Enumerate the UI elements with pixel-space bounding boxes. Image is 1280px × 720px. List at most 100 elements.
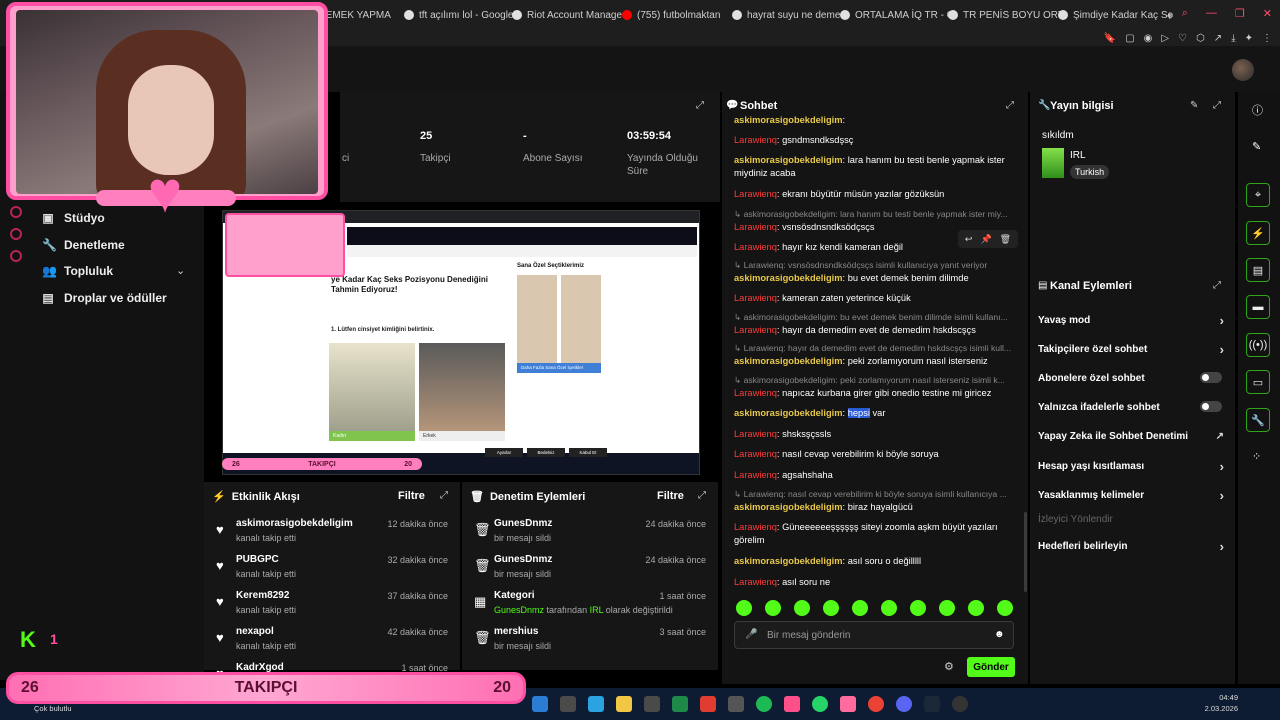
spotify-icon[interactable] bbox=[756, 696, 772, 712]
channel-action-item[interactable]: Yapay Zeka ile Sohbet Denetimi ↗ bbox=[1038, 431, 1228, 442]
activity-username[interactable]: askimorasigobekdeligim bbox=[236, 518, 353, 529]
pdf-icon[interactable] bbox=[700, 696, 716, 712]
activity-username[interactable]: PUBGPC bbox=[236, 554, 279, 565]
channel-action-item[interactable]: Yavaş mod › bbox=[1038, 313, 1228, 328]
preview-btn-settings[interactable]: Ayarlar bbox=[485, 448, 523, 457]
emote-icon[interactable] bbox=[881, 600, 897, 616]
moderation-username[interactable]: GunesDnmz bbox=[494, 518, 552, 529]
chat-username[interactable]: Larawienq bbox=[734, 325, 777, 335]
screenshot-icon[interactable]: ▢ bbox=[1125, 33, 1134, 44]
pin-icon[interactable]: 📌 bbox=[980, 234, 991, 245]
folder-icon[interactable] bbox=[616, 696, 632, 712]
bookmark-icon[interactable]: 🔖 bbox=[1104, 33, 1116, 44]
app-icon[interactable] bbox=[644, 696, 660, 712]
chat-bubble-icon[interactable]: ▬ bbox=[1246, 295, 1270, 319]
download-icon[interactable]: ⤓ bbox=[1231, 33, 1235, 44]
chat-username[interactable]: Larawienq bbox=[734, 522, 777, 532]
moderation-filter-button[interactable]: Filtre bbox=[657, 490, 684, 502]
emote-icon[interactable] bbox=[852, 600, 868, 616]
activity-filter-button[interactable]: Filtre bbox=[398, 490, 425, 502]
emote-icon[interactable] bbox=[997, 600, 1013, 616]
layout-icon[interactable]: ▭ bbox=[1246, 370, 1270, 394]
minimize-icon[interactable]: — bbox=[1206, 7, 1217, 20]
expand-icon[interactable]: ⤢ bbox=[440, 490, 448, 501]
reply-icon[interactable]: ↩ bbox=[965, 234, 973, 245]
apps-icon[interactable]: ⁘ bbox=[1252, 450, 1261, 463]
target-icon[interactable]: ⌖ bbox=[1246, 183, 1270, 207]
chat-username[interactable]: Larawienq bbox=[734, 449, 777, 459]
expand-icon[interactable]: ⤢ bbox=[696, 100, 704, 111]
chat-username[interactable]: Larawienq bbox=[734, 242, 777, 252]
expand-icon[interactable]: ⤢ bbox=[1006, 100, 1014, 111]
steam-icon[interactable] bbox=[924, 696, 940, 712]
chat-username[interactable]: askimorasigobekdeligim bbox=[734, 155, 843, 165]
share-icon[interactable]: ↗ bbox=[1214, 33, 1222, 44]
emote-icon[interactable] bbox=[736, 600, 752, 616]
start-icon[interactable] bbox=[532, 696, 548, 712]
emote-icon[interactable] bbox=[794, 600, 810, 616]
whatsapp-icon[interactable] bbox=[812, 696, 828, 712]
preview-cta[interactable]: Daha Fazla Sana Özel İçerikler bbox=[517, 363, 601, 373]
browser-tab[interactable]: hayrat suyu ne deme bbox=[732, 4, 840, 26]
browser-tab[interactable]: (755) futbolmaktan bbox=[622, 4, 720, 26]
menu-icon[interactable]: ⋮ bbox=[1262, 33, 1272, 44]
new-tab-button[interactable]: + bbox=[1166, 4, 1174, 26]
preview-btn-accept[interactable]: Kabul Et bbox=[569, 448, 607, 457]
sidebar-item-studio[interactable]: ▣ Stüdyo bbox=[42, 211, 104, 225]
preview-option-b[interactable]: Erkek bbox=[419, 431, 505, 441]
info-icon[interactable]: ⓘ bbox=[1252, 102, 1263, 118]
wrench-icon[interactable]: 🔧 bbox=[1246, 408, 1270, 432]
chat-input[interactable]: 🎤 Bir mesaj gönderin ☻ bbox=[734, 621, 1014, 649]
chat-scrollbar[interactable] bbox=[1024, 512, 1027, 592]
moderator-name[interactable]: GunesDnmz bbox=[494, 605, 544, 615]
chat-username[interactable]: Larawienq bbox=[734, 189, 777, 199]
expand-icon[interactable]: ⤢ bbox=[1213, 280, 1221, 291]
close-icon[interactable]: ✕ bbox=[1263, 7, 1272, 20]
toggle-switch[interactable] bbox=[1200, 372, 1222, 383]
emote-icon[interactable] bbox=[968, 600, 984, 616]
browser-tab[interactable]: Riot Account Manage bbox=[512, 4, 622, 26]
chat-username[interactable]: askimorasigobekdeligim bbox=[734, 356, 843, 366]
emote-icon[interactable] bbox=[910, 600, 926, 616]
lightning-icon[interactable]: ⚡ bbox=[1246, 221, 1270, 245]
excel-icon[interactable] bbox=[672, 696, 688, 712]
browser-tab[interactable]: TR PENİS BOYU ORT bbox=[948, 4, 1064, 26]
chat-username[interactable]: Larawienq bbox=[734, 470, 777, 480]
obs-icon[interactable] bbox=[952, 696, 968, 712]
heart-icon[interactable]: ♡ bbox=[1178, 33, 1187, 44]
channel-action-item[interactable]: Abonelere özel sohbet bbox=[1038, 372, 1228, 384]
extensions-icon[interactable]: ⬡ bbox=[1196, 33, 1205, 44]
maximize-icon[interactable]: ❐ bbox=[1235, 7, 1245, 20]
microphone-icon[interactable]: 🎤 bbox=[745, 629, 757, 640]
browser-tab[interactable]: ORTALAMA İQ TR - G bbox=[840, 4, 954, 26]
chevron-right-icon[interactable]: › bbox=[1220, 539, 1224, 554]
chevron-right-icon[interactable]: › bbox=[1220, 459, 1224, 474]
edit-icon[interactable]: ✎ bbox=[1252, 140, 1261, 153]
emoji-icon[interactable]: ☻ bbox=[994, 629, 1005, 640]
broadcast-icon[interactable]: ((•)) bbox=[1246, 333, 1270, 357]
edit-icon[interactable]: ✎ bbox=[1190, 100, 1198, 111]
emote-icon[interactable] bbox=[823, 600, 839, 616]
sidebar-item-moderation[interactable]: 🔧 Denetleme bbox=[42, 238, 125, 252]
discord-icon[interactable] bbox=[896, 696, 912, 712]
moderation-username[interactable]: Kategori bbox=[494, 590, 535, 601]
moderation-username[interactable]: GunesDnmz bbox=[494, 554, 552, 565]
emote-icon[interactable] bbox=[765, 600, 781, 616]
app-icon[interactable] bbox=[728, 696, 744, 712]
search-tabs-icon[interactable]: ⌕ bbox=[1182, 7, 1188, 20]
emote-icon[interactable] bbox=[939, 600, 955, 616]
sidebar-item-community[interactable]: 👥 Topluluk bbox=[42, 264, 113, 278]
stream-preview[interactable]: ye Kadar Kaç Seks Pozisyonu Denediğini T… bbox=[222, 210, 700, 475]
expand-icon[interactable]: ⤢ bbox=[698, 490, 706, 501]
preview-btn-free[interactable]: Bedelsiz bbox=[527, 448, 565, 457]
preview-option-a[interactable]: Kadın bbox=[329, 431, 415, 441]
chevron-right-icon[interactable]: › bbox=[1220, 488, 1224, 503]
delete-icon[interactable]: 🗑 bbox=[1000, 234, 1011, 245]
channel-action-item[interactable]: Yalnızca ifadelerle sohbet bbox=[1038, 401, 1228, 413]
app-icon[interactable] bbox=[840, 696, 856, 712]
search-icon[interactable] bbox=[560, 696, 576, 712]
activity-username[interactable]: Kerem8292 bbox=[236, 590, 289, 601]
camera-icon[interactable]: ◉ bbox=[1144, 33, 1153, 44]
chat-username[interactable]: Larawienq bbox=[734, 577, 777, 587]
channel-action-item[interactable]: Yasaklanmış kelimeler › bbox=[1038, 488, 1228, 503]
